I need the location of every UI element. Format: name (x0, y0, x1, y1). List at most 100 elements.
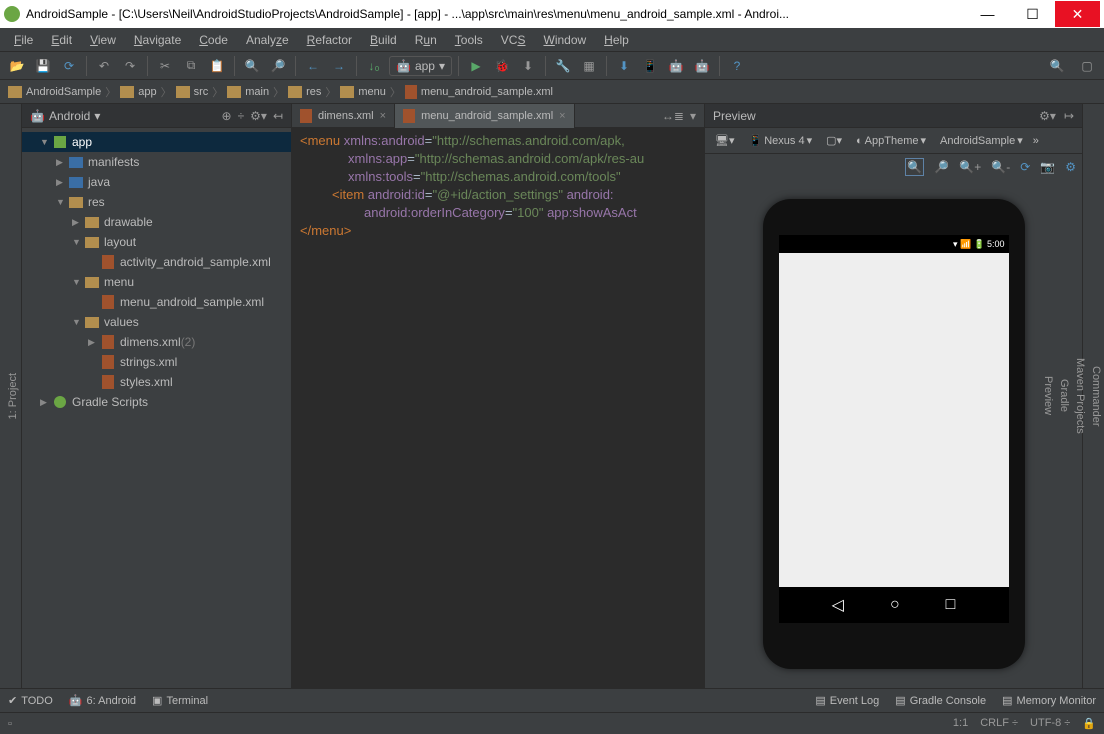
cut-icon[interactable]: ✂ (154, 55, 176, 77)
tab-preview[interactable]: Preview (1040, 368, 1056, 423)
menu-vcs[interactable]: VCS (493, 31, 534, 49)
tree-menu[interactable]: ▼menu (22, 272, 291, 292)
forward-icon[interactable]: → (328, 55, 350, 77)
menu-analyze[interactable]: Analyze (238, 31, 297, 49)
minimize-button[interactable]: — (965, 1, 1010, 27)
menu-help[interactable]: Help (596, 31, 637, 49)
paste-icon[interactable]: 📋 (206, 55, 228, 77)
replace-icon[interactable]: 🔎 (267, 55, 289, 77)
menu-window[interactable]: Window (535, 31, 594, 49)
tree-styles[interactable]: styles.xml (22, 372, 291, 392)
tab-terminal[interactable]: ▣ Terminal (152, 694, 208, 707)
save-icon[interactable]: 💾 (32, 55, 54, 77)
tree-gradle-scripts[interactable]: ▶Gradle Scripts (22, 392, 291, 412)
device-selector[interactable]: 📱Nexus 4▾ (745, 132, 817, 149)
menu-refactor[interactable]: Refactor (299, 31, 360, 49)
tab-project[interactable]: 1: Project (5, 365, 21, 427)
close-tab-icon[interactable]: × (559, 110, 565, 122)
run-config-selector[interactable]: 🤖 app ▾ (389, 56, 452, 76)
code-editor[interactable]: <menu xmlns:android="http://schemas.andr… (292, 128, 704, 688)
bc-res[interactable]: res (288, 86, 321, 98)
sdk-icon[interactable]: ⬇ (613, 55, 635, 77)
zoom-fit-icon[interactable]: 🔍 (905, 158, 924, 176)
project-structure-icon[interactable]: ▦ (578, 55, 600, 77)
lock-icon[interactable]: 🔒 (1082, 717, 1096, 730)
tree-manifests[interactable]: ▶manifests (22, 152, 291, 172)
device-screen[interactable]: ▾ 📶 🔋 5:00 ◁ ○ □ (779, 235, 1009, 623)
menu-file[interactable]: File (6, 31, 41, 49)
zoom-actual-icon[interactable]: 🔎 (934, 160, 949, 174)
tree-dimens[interactable]: ▶dimens.xml (2) (22, 332, 291, 352)
orientation-icon[interactable]: ▢▾ (822, 132, 846, 149)
tree-drawable[interactable]: ▶drawable (22, 212, 291, 232)
close-button[interactable]: ✕ (1055, 1, 1100, 27)
tab-gradle-console[interactable]: ▤ Gradle Console (895, 694, 986, 707)
user-icon[interactable]: ▢ (1076, 55, 1098, 77)
more-icon[interactable]: » (1033, 135, 1039, 147)
copy-icon[interactable]: ⧉ (180, 55, 202, 77)
tab-event-log[interactable]: ▤ Event Log (815, 694, 879, 707)
refresh-icon[interactable]: ⟳ (1020, 160, 1030, 174)
bc-root[interactable]: AndroidSample (8, 86, 101, 98)
panel-settings-icon[interactable]: ⚙▾ (250, 109, 267, 123)
sync-icon[interactable]: ⟳ (58, 55, 80, 77)
collapse-icon[interactable]: ÷ (238, 109, 245, 123)
caret-position[interactable]: 1:1 (953, 717, 968, 730)
tree-app[interactable]: ▼app (22, 132, 291, 152)
find-icon[interactable]: 🔍 (241, 55, 263, 77)
zoom-out-icon[interactable]: 🔍- (991, 160, 1010, 174)
tree-menu-file[interactable]: menu_android_sample.xml (22, 292, 291, 312)
line-separator[interactable]: CRLF ÷ (980, 717, 1018, 730)
theme-selector[interactable]: ◐AppTheme▾ (852, 132, 930, 149)
attach-icon[interactable]: ⬇ (517, 55, 539, 77)
tree-strings[interactable]: strings.xml (22, 352, 291, 372)
menu-edit[interactable]: Edit (43, 31, 80, 49)
menu-code[interactable]: Code (191, 31, 236, 49)
hide-panel-icon[interactable]: ↤ (273, 109, 283, 123)
undo-icon[interactable]: ↶ (93, 55, 115, 77)
bc-src[interactable]: src (176, 86, 209, 98)
tab-gradle[interactable]: Gradle (1056, 371, 1072, 420)
screenshot-icon[interactable]: 📷 (1040, 160, 1055, 174)
tab-memory-monitor[interactable]: ▤ Memory Monitor (1002, 694, 1096, 707)
menu-build[interactable]: Build (362, 31, 405, 49)
back-icon[interactable]: ← (302, 55, 324, 77)
menu-tools[interactable]: Tools (447, 31, 491, 49)
tab-maven[interactable]: Maven Projects (1072, 350, 1088, 442)
menu-run[interactable]: Run (407, 31, 445, 49)
tree-values[interactable]: ▼values (22, 312, 291, 332)
maximize-button[interactable]: ☐ (1010, 1, 1055, 27)
scroll-from-source-icon[interactable]: ⊕ (222, 109, 232, 123)
search-icon[interactable]: 🔍 (1046, 55, 1068, 77)
bc-main[interactable]: main (227, 86, 269, 98)
tab-commander[interactable]: Commander (1088, 358, 1104, 435)
run-button[interactable]: ▶ (465, 55, 487, 77)
tree-activity-file[interactable]: activity_android_sample.xml (22, 252, 291, 272)
hide-preview-icon[interactable]: ↦ (1064, 109, 1074, 123)
monitor-icon[interactable]: 🤖 (691, 55, 713, 77)
tab-structure[interactable]: 7: Structure (0, 360, 5, 433)
project-view-selector[interactable]: 🤖 Android ▾ (30, 109, 100, 123)
bc-file[interactable]: menu_android_sample.xml (405, 85, 553, 99)
bc-menu[interactable]: menu (340, 86, 386, 98)
close-tab-icon[interactable]: × (380, 110, 386, 122)
make-icon[interactable]: ↓₀ (363, 55, 385, 77)
activity-selector[interactable]: AndroidSample▾ (936, 132, 1027, 149)
settings-icon[interactable]: 🔧 (552, 55, 574, 77)
tree-res[interactable]: ▼res (22, 192, 291, 212)
redo-icon[interactable]: ↷ (119, 55, 141, 77)
ddms-icon[interactable]: 🤖 (665, 55, 687, 77)
avd-icon[interactable]: 📱 (639, 55, 661, 77)
dropdown-icon[interactable]: ▾ (690, 109, 696, 123)
tool-window-icon[interactable]: ▫ (8, 718, 12, 730)
debug-icon[interactable]: 🐞 (491, 55, 513, 77)
tab-android[interactable]: 🤖 6: Android (69, 694, 136, 707)
tab-dimens[interactable]: dimens.xml× (292, 104, 395, 128)
help-icon[interactable]: ? (726, 55, 748, 77)
menu-view[interactable]: View (82, 31, 124, 49)
tree-layout[interactable]: ▼layout (22, 232, 291, 252)
file-encoding[interactable]: UTF-8 ÷ (1030, 717, 1070, 730)
tab-menu-sample[interactable]: menu_android_sample.xml× (395, 104, 575, 128)
bc-app[interactable]: app (120, 86, 156, 98)
open-icon[interactable]: 📂 (6, 55, 28, 77)
